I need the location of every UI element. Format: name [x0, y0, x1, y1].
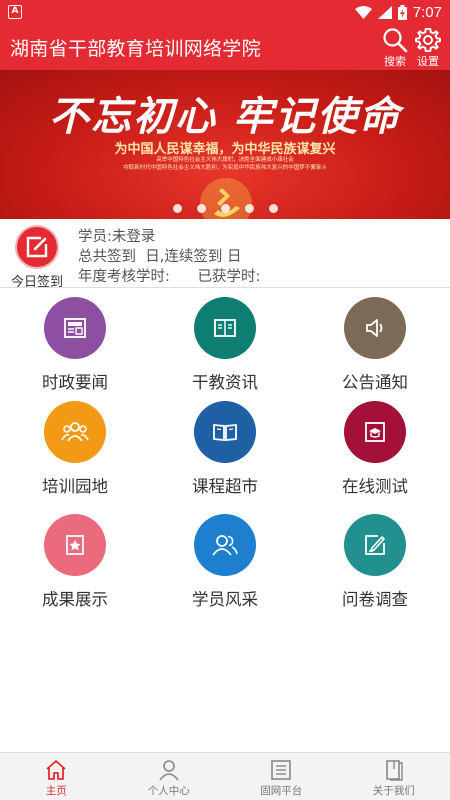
annual-hours-label: 年度考核学时: [78, 269, 170, 285]
banner-small-line: 夺取新时代中国特色社会主义伟大胜利，为实现中华民族伟大复兴的中国梦不懈奋斗 [123, 165, 327, 171]
carousel-dot[interactable] [268, 204, 278, 213]
grid-item-student-style[interactable]: 学员风采 [150, 514, 300, 610]
nav-item-home[interactable]: 主页 [0, 753, 113, 800]
signin-badge [15, 225, 59, 269]
grid-icon-circle [44, 514, 106, 576]
grid-item-achievements[interactable]: 成果展示 [0, 514, 150, 610]
banner-small-line: 高举中国特色社会主义伟大旗帜，决胜全面建成小康社会 [156, 157, 294, 163]
grid-item-announcements[interactable]: 公告通知 [300, 297, 450, 393]
speaker-icon [366, 319, 383, 337]
edit-icon [26, 236, 48, 258]
grid-label: 在线测试 [342, 477, 408, 496]
page-title: 湖南省干部教育培训网络学院 [10, 38, 261, 60]
banner-slogan: 不忘初心 牢记使命 [49, 93, 401, 140]
grid-icon-circle [44, 297, 106, 359]
carousel-dot[interactable] [244, 204, 254, 213]
signal-icon [377, 5, 392, 19]
settings-label: 设置 [417, 55, 439, 68]
grid-icon-circle [344, 297, 406, 359]
grid-label: 时政要闻 [42, 373, 108, 392]
newspaper-icon [64, 318, 86, 338]
clock: 7:07 [412, 3, 442, 21]
list-icon [271, 760, 292, 780]
user-stats: 学员: 未登录 总共签到 日, 连续签到 日 年度考核学时: 已获学时: [78, 227, 260, 287]
daily-signin-button[interactable]: 今日签到 [8, 225, 66, 290]
users-icon [212, 535, 238, 556]
grid-item-course-market[interactable]: 课程超市 [150, 401, 300, 497]
graduation-cap-icon [365, 422, 385, 442]
battery-charging-icon [397, 4, 407, 20]
grid-item-political-news[interactable]: 时政要闻 [0, 297, 150, 393]
carousel-dot[interactable] [220, 204, 230, 213]
wifi-icon [354, 5, 372, 19]
user-info-panel: 今日签到 学员: 未登录 总共签到 日, 连续签到 日 年度考核学时: 已获学时: [0, 219, 450, 290]
grid-label: 成果展示 [42, 590, 108, 609]
total-signin-unit: 日, [145, 249, 165, 265]
hours-row: 年度考核学时: 已获学时: [78, 267, 260, 287]
search-label: 搜索 [384, 55, 406, 68]
grid-item-online-test[interactable]: 在线测试 [300, 401, 450, 497]
bottom-navigation: 主页 个人中心 固网平台 关于我们 [0, 752, 450, 800]
carousel-dot[interactable] [196, 204, 206, 213]
grid-icon-circle [344, 514, 406, 576]
student-label: 学员: [78, 229, 112, 245]
grid-label: 公告通知 [342, 373, 408, 392]
nav-label: 关于我们 [372, 785, 415, 797]
carousel-dot[interactable] [172, 204, 182, 213]
earned-hours-label: 已获学时: [197, 269, 261, 285]
signin-label: 今日签到 [10, 275, 63, 290]
grid-label: 干教资讯 [192, 373, 258, 392]
grid-label: 培训园地 [42, 477, 108, 496]
student-value: 未登录 [111, 229, 156, 245]
edit-form-icon [365, 535, 385, 555]
grid-icon-circle [194, 401, 256, 463]
grid-icon-circle [194, 297, 256, 359]
document-icon [214, 319, 236, 337]
app-header: 湖南省干部教育培训网络学院 搜索 设置 [0, 24, 450, 70]
grid-icon-circle [194, 514, 256, 576]
nav-item-about-us[interactable]: 关于我们 [338, 753, 450, 800]
grid-item-training-garden[interactable]: 培训园地 [0, 401, 150, 497]
gear-icon [415, 28, 441, 52]
grid-item-education-news[interactable]: 干教资讯 [150, 297, 300, 393]
continuous-signin-unit: 日 [226, 249, 242, 265]
group-icon [61, 422, 89, 442]
carousel-indicators [0, 204, 450, 214]
grid-icon-circle [44, 401, 106, 463]
banner-subtitle: 为中国人民谋幸福，为中华民族谋复兴 [114, 142, 336, 157]
nav-label: 个人中心 [147, 785, 190, 797]
star-badge-icon [66, 535, 84, 555]
nav-item-personal-center[interactable]: 个人中心 [113, 753, 226, 800]
status-bar: A 7:07 [0, 0, 450, 24]
nav-label: 固网平台 [260, 785, 303, 797]
grid-label: 学员风采 [192, 590, 258, 609]
open-book-icon [213, 424, 237, 441]
continuous-signin-label: 连续签到 [164, 249, 223, 265]
search-button[interactable]: 搜索 [378, 27, 412, 69]
settings-button[interactable]: 设置 [411, 27, 445, 69]
grid-item-survey[interactable]: 问卷调查 [300, 514, 450, 610]
info-book-icon [385, 760, 403, 781]
banner-carousel[interactable]: 不忘初心 牢记使命 为中国人民谋幸福，为中华民族谋复兴 高举中国特色社会主义伟大… [0, 70, 450, 219]
student-row: 学员: 未登录 [78, 227, 260, 247]
total-signin-label: 总共签到 [78, 249, 136, 265]
signin-stats-row: 总共签到 日, 连续签到 日 [78, 247, 260, 267]
search-icon [383, 28, 408, 53]
person-icon [159, 760, 179, 781]
grid-icon-circle [344, 401, 406, 463]
grid-label: 问卷调查 [342, 590, 408, 609]
nav-item-network-platform[interactable]: 固网平台 [225, 753, 338, 800]
grid-label: 课程超市 [192, 477, 258, 496]
nav-label: 主页 [45, 785, 67, 797]
home-icon [46, 760, 66, 780]
app-notification-icon: A [8, 5, 22, 19]
